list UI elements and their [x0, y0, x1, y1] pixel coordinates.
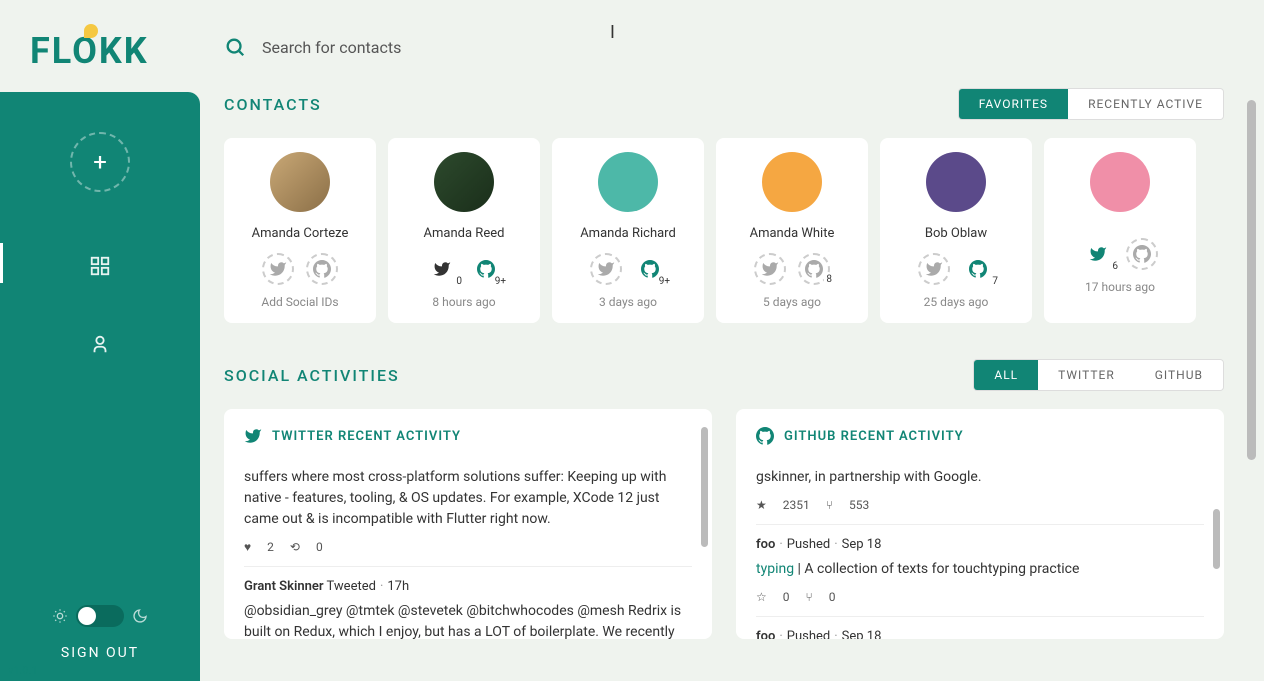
gh-time: Sep 18 — [842, 537, 882, 552]
gh-action: Pushed — [787, 537, 830, 552]
github-badge[interactable]: 9+ — [470, 253, 502, 285]
dashboard-nav-icon[interactable] — [81, 247, 119, 285]
github-count: 8 — [824, 274, 834, 285]
github-panel-title: GITHUB RECENT ACTIVITY — [784, 429, 964, 444]
github-badge[interactable]: 7 — [962, 253, 994, 285]
avatar — [270, 152, 330, 212]
fork-icon: ⑂ — [826, 496, 833, 514]
logo-bird-icon — [84, 24, 98, 38]
contact-meta: 3 days ago — [599, 295, 657, 309]
theme-toggle[interactable] — [76, 605, 124, 627]
twitter-badge[interactable] — [918, 253, 950, 285]
gh-author: foo — [756, 629, 775, 640]
panel-scrollbar[interactable] — [701, 427, 708, 547]
contact-card[interactable]: Bob Oblaw725 days ago — [880, 138, 1032, 323]
retweet-icon[interactable]: ⟲ — [290, 538, 300, 556]
contacts-nav-icon[interactable] — [81, 325, 119, 363]
tab-twitter[interactable]: TWITTER — [1038, 360, 1135, 390]
gh-author: foo — [756, 537, 775, 552]
contact-meta: 8 hours ago — [432, 295, 495, 309]
activities-tabs: ALL TWITTER GITHUB — [973, 359, 1224, 391]
twitter-panel: TWITTER RECENT ACTIVITY suffers where mo… — [224, 409, 712, 639]
heart-icon[interactable]: ♥ — [244, 538, 251, 556]
text-cursor: I — [610, 22, 615, 43]
gh-action: Pushed — [787, 629, 830, 640]
moon-icon — [132, 608, 148, 624]
twitter-panel-title: TWITTER RECENT ACTIVITY — [272, 429, 461, 444]
twitter-badge[interactable] — [754, 253, 786, 285]
twitter-badge[interactable] — [262, 253, 294, 285]
twitter-badge[interactable]: 6 — [1082, 238, 1114, 270]
star-count: 2351 — [783, 496, 810, 514]
tweet-text: suffers where most cross-platform soluti… — [244, 467, 692, 530]
like-count: 2 — [267, 538, 274, 556]
tab-github[interactable]: GITHUB — [1135, 360, 1223, 390]
main-scrollbar[interactable] — [1247, 100, 1256, 460]
github-count: 9+ — [657, 276, 672, 287]
fork-count: 553 — [849, 496, 869, 514]
fork-icon: ⑂ — [806, 588, 813, 606]
add-contact-button[interactable]: + — [70, 132, 130, 192]
tab-favorites[interactable]: FAVORITES — [959, 89, 1068, 119]
tweet-action: Tweeted — [327, 579, 376, 594]
avatar — [762, 152, 822, 212]
star-icon: ★ — [756, 496, 767, 514]
twitter-icon — [244, 427, 262, 445]
contact-card[interactable]: Amanda Corteze Add Social IDs — [224, 138, 376, 323]
github-badge[interactable] — [306, 253, 338, 285]
twitter-count: 0 — [454, 276, 464, 287]
search-icon — [224, 36, 246, 58]
retweet-count: 0 — [316, 538, 323, 556]
contacts-heading: CONTACTS — [224, 95, 322, 114]
github-count: 7 — [990, 276, 1000, 287]
github-icon — [756, 427, 774, 445]
avatar — [1090, 152, 1150, 212]
contact-card[interactable]: 6 17 hours ago — [1044, 138, 1196, 323]
gh-time: Sep 18 — [842, 629, 882, 640]
logo: FLOKK — [0, 0, 200, 92]
twitter-badge[interactable]: 0 — [426, 253, 458, 285]
contact-meta: Add Social IDs — [261, 295, 338, 309]
tab-recently-active[interactable]: RECENTLY ACTIVE — [1068, 89, 1223, 119]
star-icon: ☆ — [756, 588, 767, 606]
repo-desc: gskinner, in partnership with Google. — [756, 467, 1204, 488]
fork-count: 0 — [829, 588, 836, 606]
search-input[interactable] — [262, 38, 662, 57]
tweet-author: Grant Skinner — [244, 579, 324, 594]
github-count: 9+ — [493, 276, 508, 287]
twitter-badge[interactable] — [590, 253, 622, 285]
contact-card[interactable]: Amanda Richard9+3 days ago — [552, 138, 704, 323]
contact-name: Bob Oblaw — [925, 226, 987, 241]
twitter-count: 6 — [1110, 261, 1120, 272]
avatar — [434, 152, 494, 212]
github-badge[interactable]: 9+ — [634, 253, 666, 285]
tweet-time: 17h — [387, 579, 409, 594]
contact-card[interactable]: Amanda Reed 0 9+ 8 hours ago — [388, 138, 540, 323]
github-badge[interactable]: 8 — [798, 253, 830, 285]
version-label: v1.0.1 — [8, 664, 38, 677]
activities-heading: SOCIAL ACTIVITIES — [224, 366, 400, 385]
gh-repo-desc: | A collection of texts for touchtyping … — [794, 561, 1079, 577]
sidebar-nav: + SIGN OUT — [0, 92, 200, 681]
contact-name: Amanda Reed — [424, 226, 505, 241]
panel-scrollbar[interactable] — [1213, 509, 1220, 569]
contacts-tabs: FAVORITES RECENTLY ACTIVE — [958, 88, 1224, 120]
contact-name: Amanda Richard — [580, 226, 676, 241]
sun-icon — [52, 608, 68, 624]
gh-repo-link[interactable]: typing — [756, 561, 794, 577]
contact-name: Amanda Corteze — [252, 226, 349, 241]
signout-button[interactable]: SIGN OUT — [61, 645, 139, 661]
tweet-text: @obsidian_grey @tmtek @stevetek @bitchwh… — [244, 601, 692, 640]
contact-name: Amanda White — [750, 226, 835, 241]
tab-all[interactable]: ALL — [974, 360, 1038, 390]
contact-card[interactable]: Amanda White85 days ago — [716, 138, 868, 323]
avatar — [598, 152, 658, 212]
github-panel: GITHUB RECENT ACTIVITY gskinner, in part… — [736, 409, 1224, 639]
avatar — [926, 152, 986, 212]
star-count: 0 — [783, 588, 790, 606]
github-badge[interactable] — [1126, 238, 1158, 270]
contact-meta: 17 hours ago — [1085, 280, 1155, 294]
contact-meta: 5 days ago — [763, 295, 821, 309]
contact-meta: 25 days ago — [924, 295, 989, 309]
